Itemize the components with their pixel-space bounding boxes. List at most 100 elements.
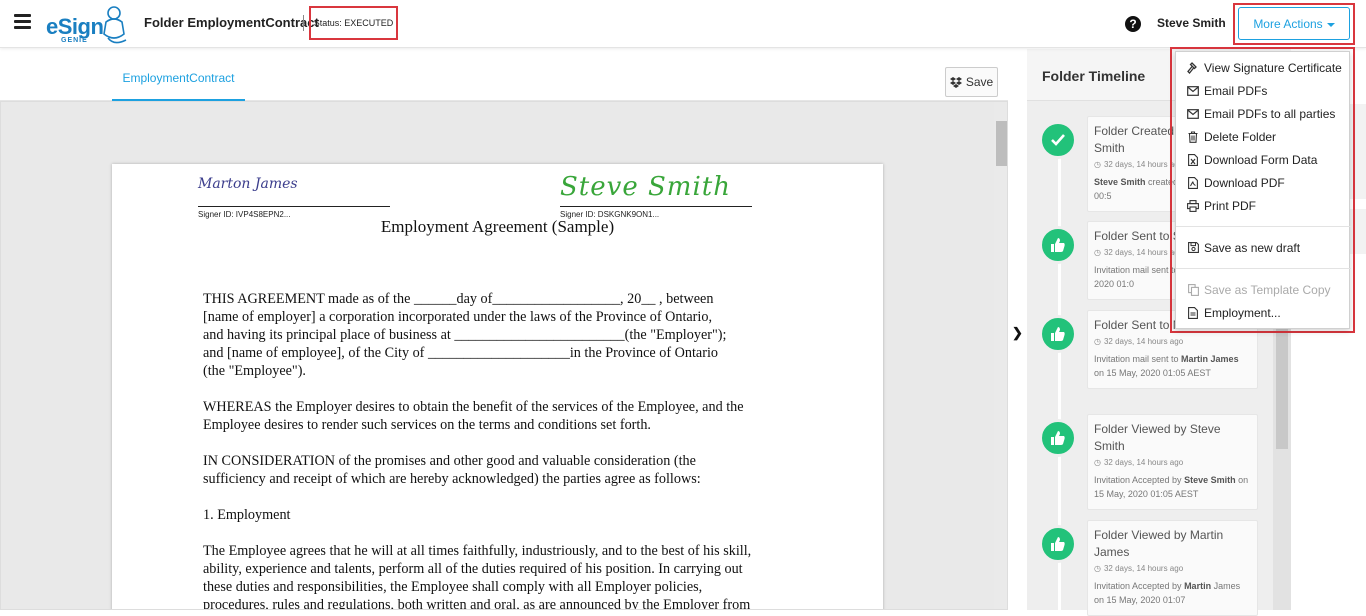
envelope-icon <box>1187 85 1199 97</box>
timeline-event: Folder Viewed by Steve Smith <box>1094 422 1221 453</box>
document-paragraph: IN CONSIDERATION of the promises and oth… <box>203 453 701 487</box>
timeline-card: Folder Viewed by Martin James ◷ 32 days, … <box>1087 520 1258 616</box>
menu-item-delete-folder[interactable]: Delete Folder <box>1176 125 1351 148</box>
document-heading: Employment Agreement (Sample) <box>380 217 615 236</box>
file-icon <box>1187 306 1199 319</box>
scrollbar-thumb[interactable] <box>996 121 1007 166</box>
clock-icon: ◷ <box>1094 458 1101 467</box>
menu-item-email-pdfs[interactable]: Email PDFs <box>1176 79 1351 102</box>
menu-item-download-form-data[interactable]: Download Form Data <box>1176 148 1351 171</box>
menu-item-label: Download PDF <box>1204 175 1285 190</box>
logo-subtext: GENIE <box>61 37 88 44</box>
document-viewer[interactable]: Marton James Signer ID: IVP4S8EPN2... St… <box>0 101 1008 610</box>
timeline-desc-bold: Martin James <box>1181 354 1239 364</box>
clock-icon: ◷ <box>1094 337 1101 346</box>
clock-icon: ◷ <box>1094 248 1101 257</box>
timeline-desc-bold: Steve Smith <box>1184 475 1236 485</box>
top-bar: eSign GENIE Folder EmploymentContract St… <box>0 0 1366 48</box>
document-paragraph: The Employee agrees that he will at all … <box>203 543 752 610</box>
timeline-time: ◷ 32 days, 14 hours ago <box>1094 337 1251 346</box>
help-icon[interactable]: ? <box>1125 16 1141 32</box>
menu-item-email-pdfs-all-parties[interactable]: Email PDFs to all parties <box>1176 102 1351 125</box>
signer2-signature-line <box>560 206 752 207</box>
save-button[interactable]: Save <box>945 67 998 97</box>
document-paragraph: THIS AGREEMENT made as of the ______day … <box>203 291 727 379</box>
timeline-card: Folder Viewed by Steve Smith ◷ 32 days, 1… <box>1087 414 1258 510</box>
timeline-desc-pre: Invitation Accepted by <box>1094 475 1185 485</box>
menu-item-label: Save as Template Copy <box>1204 282 1331 297</box>
genie-mascot-icon <box>103 6 127 44</box>
more-actions-button[interactable]: More Actions <box>1238 7 1350 40</box>
trash-icon <box>1187 130 1199 143</box>
caret-down-icon <box>1326 22 1335 27</box>
menu-divider <box>1176 268 1351 269</box>
menu-item-employment[interactable]: Employment... <box>1176 301 1351 324</box>
panel-toggle-chevron-right-icon[interactable]: ❯ <box>1012 325 1023 341</box>
thumbs-up-icon <box>1039 525 1077 563</box>
menu-item-view-signature-certificate[interactable]: View Signature Certificate <box>1176 56 1351 79</box>
timeline-desc-bold: Martin <box>1184 581 1212 591</box>
thumbs-up-icon <box>1039 315 1077 353</box>
menu-divider <box>1176 226 1351 227</box>
menu-item-label: Delete Folder <box>1204 129 1277 144</box>
signer2-signature[interactable]: Steve Smith <box>560 172 731 202</box>
document-header: EmploymentContract Save <box>0 49 1008 101</box>
save-icon <box>1187 242 1199 254</box>
clock-icon: ◷ <box>1094 160 1101 169</box>
hamburger-menu-icon[interactable] <box>14 14 31 30</box>
thumbs-up-icon <box>1039 419 1077 457</box>
timeline-time-text: 32 days, 14 hours ago <box>1103 337 1184 346</box>
timeline-desc-text: on 15 May, 2020 01:05 AEST <box>1094 368 1211 378</box>
status-badge: Status: EXECUTED <box>309 6 398 40</box>
document-paragraph: WHEREAS the Employer desires to obtain t… <box>203 399 744 433</box>
tab-label: EmploymentContract <box>122 71 235 85</box>
thumbs-up-icon <box>1039 226 1077 264</box>
document-scrollbar[interactable] <box>994 102 1007 609</box>
timeline-desc: Invitation Accepted by Steve Smith on 15… <box>1094 473 1251 501</box>
menu-item-download-pdf[interactable]: Download PDF <box>1176 171 1351 194</box>
timeline-time: ◷ 32 days, 14 hours ago <box>1094 458 1251 467</box>
copy-icon <box>1187 283 1199 296</box>
print-icon <box>1187 199 1199 212</box>
save-label: Save <box>965 75 994 89</box>
menu-item-save-as-new-draft[interactable]: Save as new draft <box>1176 236 1351 259</box>
timeline-desc-pre: Invitation Accepted by <box>1094 581 1185 591</box>
user-name[interactable]: Steve Smith <box>1157 16 1226 30</box>
scrollbar-thumb[interactable] <box>1276 319 1288 449</box>
menu-item-label: View Signature Certificate <box>1204 60 1342 75</box>
document-paragraph: 1. Employment <box>203 507 291 523</box>
check-icon <box>1039 121 1077 159</box>
menu-item-label: Print PDF <box>1204 198 1257 213</box>
timeline-desc: Invitation mail sent to Martin James on … <box>1094 352 1251 380</box>
dropbox-icon <box>949 76 962 88</box>
folder-title: Folder EmploymentContract <box>144 15 319 30</box>
timeline-time-text: 32 days, 14 hours ago <box>1103 564 1184 573</box>
timeline-title: Folder Timeline <box>1042 68 1146 84</box>
signer1-signature-line <box>198 206 390 207</box>
menu-item-label: Email PDFs to all parties <box>1204 106 1336 121</box>
envelope-icon <box>1187 108 1199 120</box>
menu-item-print-pdf[interactable]: Print PDF <box>1176 194 1351 217</box>
more-actions-label: More Actions <box>1253 16 1323 31</box>
timeline-desc: Invitation Accepted by Martin James on 1… <box>1094 579 1251 607</box>
clock-icon: ◷ <box>1094 564 1101 573</box>
more-actions-menu: View Signature Certificate Email PDFs Em… <box>1175 51 1351 329</box>
timeline-event: Folder Viewed by Martin James <box>1094 528 1224 559</box>
document-page: Marton James Signer ID: IVP4S8EPN2... St… <box>112 164 883 610</box>
gavel-icon <box>1187 61 1199 74</box>
timeline-desc-bold: Steve Smith <box>1094 177 1146 187</box>
timeline-time: ◷ 32 days, 14 hours ago <box>1094 564 1251 573</box>
menu-item-label: Save as new draft <box>1204 240 1301 255</box>
menu-item-label: Email PDFs <box>1204 83 1268 98</box>
esign-genie-logo[interactable]: eSign GENIE <box>46 4 130 46</box>
menu-item-save-as-template-copy[interactable]: Save as Template Copy <box>1176 278 1351 301</box>
tab-employment-contract[interactable]: EmploymentContract <box>112 71 245 101</box>
file-excel-icon <box>1187 153 1199 166</box>
title-divider <box>303 15 304 31</box>
menu-item-label: Download Form Data <box>1204 152 1318 167</box>
menu-item-label: Employment... <box>1204 305 1281 320</box>
timeline-desc-pre: Invitation mail sent to <box>1094 354 1182 364</box>
signer1-signature[interactable]: Marton James <box>198 176 298 192</box>
document-body: THIS AGREEMENT made as of the ______day … <box>203 290 803 610</box>
file-pdf-icon <box>1187 176 1199 189</box>
